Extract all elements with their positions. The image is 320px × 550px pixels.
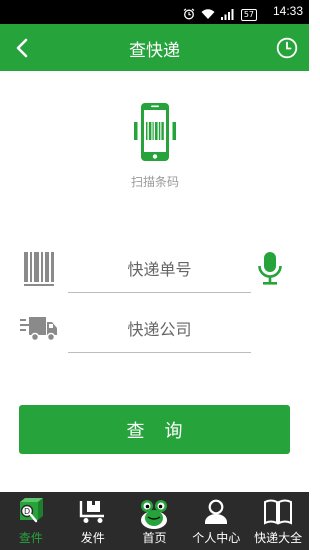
voice-input-button[interactable] (254, 249, 286, 289)
nav-label: 首页 (142, 531, 167, 545)
page-title: 查快递 (129, 41, 180, 61)
scan-barcode-button[interactable]: 扫描条码 (124, 100, 186, 195)
microphone-icon (258, 252, 282, 285)
barcode-icon (20, 249, 58, 289)
nav-label: 查件 (18, 531, 43, 545)
alarm-icon (183, 5, 195, 24)
nav-label: 个人中心 (192, 531, 241, 545)
user-icon (205, 499, 228, 524)
battery-icon: 57 (240, 8, 257, 21)
search-parcel-icon: D (19, 498, 43, 523)
nav-item-home[interactable]: 首页 (124, 492, 186, 550)
company-input[interactable] (68, 307, 251, 353)
nav-item-send[interactable]: 发件 (62, 492, 124, 550)
company-row (0, 305, 309, 355)
nav-item-directory[interactable]: 快递大全 (247, 492, 309, 550)
status-time: 14:33 (272, 4, 303, 18)
bottom-nav: D 查件 发件 首页 个人中心 快递大全 (0, 492, 309, 550)
app-header: 查快递 (0, 24, 309, 71)
svg-text:D: D (24, 507, 30, 516)
phone-barcode-icon (134, 103, 176, 161)
scan-label: 扫描条码 (130, 175, 179, 189)
clock-icon (276, 37, 298, 59)
status-bar: 57 14:33 (0, 0, 309, 24)
nav-label: 快递大全 (254, 531, 303, 545)
signal-icon (220, 5, 235, 24)
query-button[interactable]: 查询 (19, 405, 290, 454)
truck-icon (20, 309, 58, 349)
nav-item-profile[interactable]: 个人中心 (185, 492, 247, 550)
cart-package-icon (79, 501, 104, 523)
frog-mascot-icon (141, 500, 168, 529)
tracking-number-input[interactable] (68, 247, 251, 293)
history-button[interactable] (273, 34, 301, 62)
nav-item-track[interactable]: D 查件 (0, 492, 62, 550)
book-icon (264, 499, 293, 525)
status-icons: 57 (183, 5, 257, 24)
wifi-icon (201, 5, 215, 24)
nav-label: 发件 (80, 531, 105, 545)
tracking-number-row (0, 245, 309, 295)
